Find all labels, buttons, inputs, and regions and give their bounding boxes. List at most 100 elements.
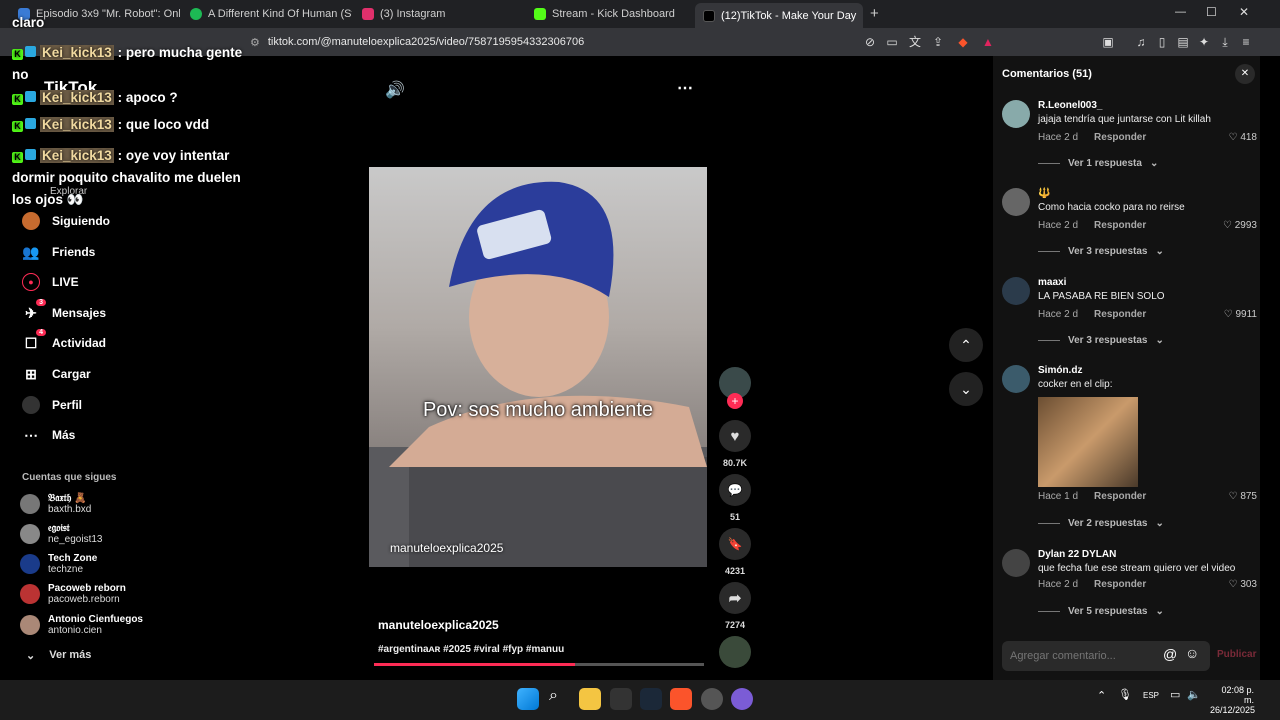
music-icon[interactable]: ♫ — [1133, 34, 1149, 50]
reply-button[interactable]: Responder — [1094, 491, 1146, 502]
view-replies-button[interactable]: Ver 3 respuestas ⌄ — [1038, 246, 1164, 257]
app-icon[interactable] — [731, 688, 753, 710]
video-hashtags[interactable]: #argentinaᴀʀ #2025 #viral #fyp #manuu — [378, 644, 564, 655]
volume-icon[interactable]: 🔊 — [385, 80, 405, 100]
comment-input[interactable] — [1010, 645, 1160, 667]
download-icon[interactable]: ⤓ — [1217, 34, 1233, 50]
following-account[interactable]: 𝔢𝔤𝔬𝔦𝔰𝔱 ne_egoist13 — [20, 523, 103, 545]
close-window-button[interactable]: ✕ — [1239, 5, 1249, 19]
windows-start-icon[interactable] — [517, 688, 539, 710]
tab-tiktok[interactable]: (12)TikTok - Make Your Day✕ — [695, 3, 863, 28]
comment-like-button[interactable]: ♡ 9911 — [1224, 309, 1257, 320]
bookmark-button[interactable]: 🔖 4231 — [719, 528, 751, 576]
close-comments-icon[interactable]: ✕ — [1235, 64, 1255, 84]
avatar — [20, 554, 40, 574]
reply-button[interactable]: Responder — [1094, 309, 1146, 320]
close-tab-icon[interactable]: ✕ — [862, 10, 863, 21]
panel-icon[interactable]: ▯ — [1154, 34, 1170, 50]
profile-icon — [22, 396, 40, 414]
obs-icon[interactable] — [701, 688, 723, 710]
tab-kick[interactable]: Stream - Kick Dashboard — [526, 3, 694, 25]
bookmark-icon: 🔖 — [719, 528, 751, 560]
comment-gif-image[interactable] — [1038, 397, 1138, 487]
nav-friends[interactable]: 👥 Friends — [22, 243, 95, 261]
video-frame[interactable]: Pov: sos mucho ambiente manuteloexplica2… — [369, 167, 707, 567]
comment-like-button[interactable]: ♡ 418 — [1229, 132, 1257, 143]
leo-icon[interactable]: ✦ — [1196, 34, 1212, 50]
nav-more[interactable]: ⋯ Más — [22, 426, 75, 444]
avatar[interactable] — [1002, 365, 1030, 393]
see-more-link[interactable]: ⌄ Ver más — [26, 649, 91, 662]
nav-activity[interactable]: ☐ 4 Actividad — [22, 329, 106, 352]
nav-live[interactable]: ● LIVE — [22, 273, 79, 291]
translate-icon[interactable]: 文 — [907, 34, 923, 50]
view-replies-button[interactable]: Ver 5 respuestas ⌄ — [1038, 606, 1164, 617]
previous-video-button[interactable]: ⌃ — [949, 328, 983, 362]
wallet-icon[interactable]: ▤ — [1175, 34, 1191, 50]
maximize-button[interactable]: ☐ — [1206, 5, 1217, 19]
network-icon[interactable]: ▭ — [1170, 688, 1180, 701]
more-options-icon[interactable]: ⋯ — [677, 78, 693, 98]
follow-plus-icon[interactable]: + — [727, 393, 743, 409]
sound-disc[interactable] — [719, 636, 751, 668]
comment-item: Dylan 22 DYLAN que fecha fue ese stream … — [1002, 549, 1257, 629]
file-explorer-icon[interactable] — [579, 688, 601, 710]
brave-browser-icon[interactable] — [670, 688, 692, 710]
menu-icon[interactable]: ≡ — [1238, 34, 1254, 50]
following-account[interactable]: Antonio Cienfuegos antonio.cien — [20, 614, 143, 636]
comment-like-button[interactable]: ♡ 875 — [1229, 491, 1257, 502]
chat-message: K Kei_kick13 : que loco vdd — [12, 117, 209, 132]
comment-button[interactable]: 💬 51 — [719, 474, 751, 522]
brave-shield-icon[interactable]: ◆ — [955, 34, 971, 50]
search-icon[interactable]: ⌕ — [549, 687, 558, 705]
mention-icon[interactable]: @ — [1163, 646, 1177, 662]
nav-messages[interactable]: ✈ 3 Mensajes — [22, 299, 106, 322]
reply-button[interactable]: Responder — [1094, 132, 1146, 143]
comment-like-button[interactable]: ♡ 2993 — [1223, 220, 1257, 231]
sidebar-toggle-icon[interactable]: ▣ — [1100, 34, 1116, 50]
speaker-icon[interactable]: 🔈 — [1187, 688, 1201, 701]
following-account[interactable]: Tech Zone techzne — [20, 553, 97, 575]
steam-icon[interactable] — [640, 688, 662, 710]
video-author[interactable]: manuteloexplica2025 — [378, 618, 499, 632]
share-button[interactable]: ➦ 7274 — [719, 582, 751, 630]
view-replies-button[interactable]: Ver 1 respuesta ⌄ — [1038, 158, 1158, 169]
share-page-icon[interactable]: ⇪ — [930, 34, 946, 50]
video-watermark: manuteloexplica2025 — [390, 541, 504, 555]
reply-button[interactable]: Responder — [1094, 220, 1146, 231]
post-comment-button[interactable]: Publicar — [1217, 649, 1256, 660]
comment-like-button[interactable]: ♡ 303 — [1229, 579, 1257, 590]
nav-following[interactable]: Siguiendo — [22, 212, 110, 230]
prime-badge-icon — [25, 149, 36, 160]
nav-upload[interactable]: ⊞ Cargar — [22, 365, 91, 383]
cast-icon[interactable]: ▭ — [884, 34, 900, 50]
new-tab-button[interactable]: + — [870, 5, 879, 22]
tab-instagram[interactable]: (3) Instagram — [354, 3, 524, 25]
following-account[interactable]: Pacoweb reborn pacoweb.reborn — [20, 583, 126, 605]
microphone-icon[interactable]: 🎙 — [1118, 688, 1132, 701]
live-icon: ● — [22, 273, 40, 291]
view-replies-button[interactable]: Ver 2 respuestas ⌄ — [1038, 518, 1164, 529]
nav-profile[interactable]: Perfil — [22, 396, 82, 414]
avatar[interactable] — [1002, 100, 1030, 128]
epic-games-icon[interactable] — [610, 688, 632, 710]
avatar[interactable] — [1002, 277, 1030, 305]
avatar[interactable] — [1002, 549, 1030, 577]
brave-rewards-icon[interactable]: ▲ — [980, 34, 996, 50]
extension-icon[interactable]: ⊘ — [862, 34, 878, 50]
view-replies-button[interactable]: Ver 3 respuestas ⌄ — [1038, 335, 1164, 346]
avatar[interactable] — [1002, 188, 1030, 216]
language-indicator[interactable]: ESP — [1143, 691, 1159, 700]
reply-button[interactable]: Responder — [1094, 579, 1146, 590]
following-account[interactable]: 𝔅𝔞𝔵𝔱𝔥 🧸 baxth.bxd — [20, 493, 91, 515]
clock[interactable]: 02:08 p. m. 26/12/2025 — [1210, 685, 1255, 715]
tab-spotify[interactable]: A Different Kind Of Human (Step II) — [182, 3, 352, 25]
minimize-button[interactable]: — — [1175, 6, 1186, 18]
chevron-up-icon[interactable]: ⌃ — [1097, 689, 1106, 702]
video-progress-bar[interactable] — [374, 663, 704, 666]
like-button[interactable]: ♥ 80.7K — [719, 420, 751, 468]
emoji-icon[interactable]: ☺ — [1185, 645, 1199, 661]
heart-outline-icon: ♡ — [1228, 579, 1238, 590]
activity-icon: ☐ 4 — [22, 329, 46, 352]
next-video-button[interactable]: ⌄ — [949, 372, 983, 406]
